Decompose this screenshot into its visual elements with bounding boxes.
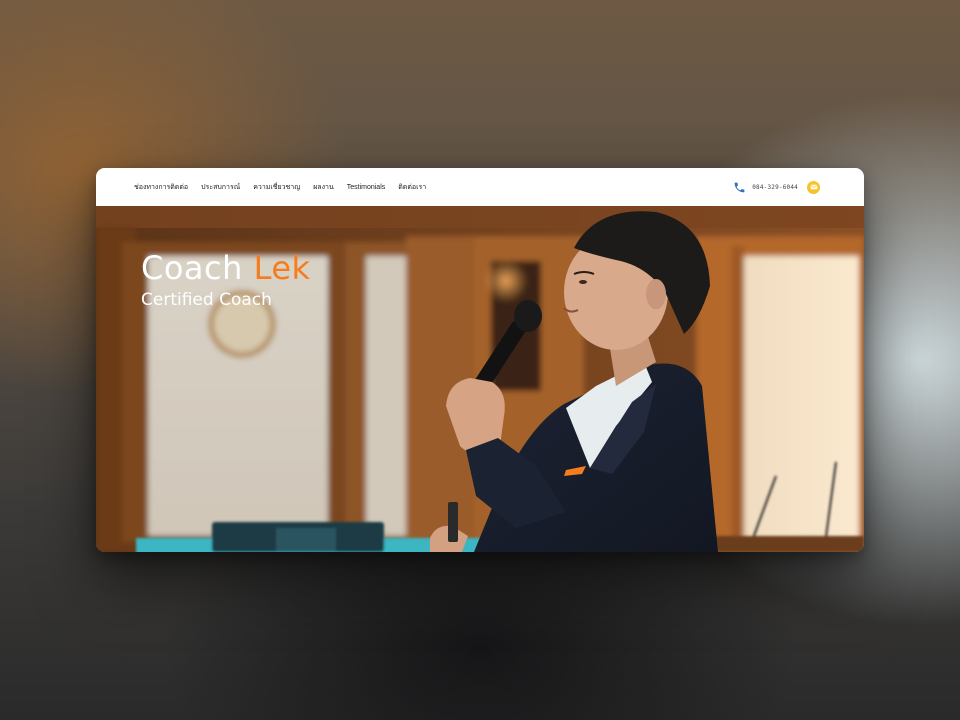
hero-subtitle: Certified Coach [141, 290, 272, 310]
top-navbar: ช่องทางการติดต่อ ประสบการณ์ ความเชี่ยวชา… [96, 168, 864, 206]
nav-link-testimonials[interactable]: Testimonials [347, 184, 386, 191]
nav-menu: ช่องทางการติดต่อ ประสบการณ์ ความเชี่ยวชา… [134, 168, 426, 206]
contact-info: 084-329-6044 [733, 168, 820, 206]
nav-link-contact-us[interactable]: ติดต่อเรา [398, 182, 426, 193]
nav-link-experience[interactable]: ประสบการณ์ [201, 182, 240, 193]
hero-title-main: Coach [141, 249, 243, 287]
hero-title-accent: Lek [253, 249, 311, 287]
nav-link-contact-channels[interactable]: ช่องทางการติดต่อ [134, 182, 188, 193]
hero-banner: Coach Lek Certified Coach [96, 206, 864, 552]
nav-link-expertise[interactable]: ความเชี่ยวชาญ [253, 182, 300, 193]
nav-link-portfolio[interactable]: ผลงาน [313, 182, 334, 193]
phone-icon[interactable] [733, 181, 746, 194]
hero-title: Coach Lek [141, 250, 311, 286]
mail-icon[interactable] [807, 180, 820, 194]
hero-text-block: Coach Lek Certified Coach [141, 250, 311, 310]
phone-number[interactable]: 084-329-6044 [752, 184, 798, 191]
browser-window: ช่องทางการติดต่อ ประสบการณ์ ความเชี่ยวชา… [96, 168, 864, 552]
